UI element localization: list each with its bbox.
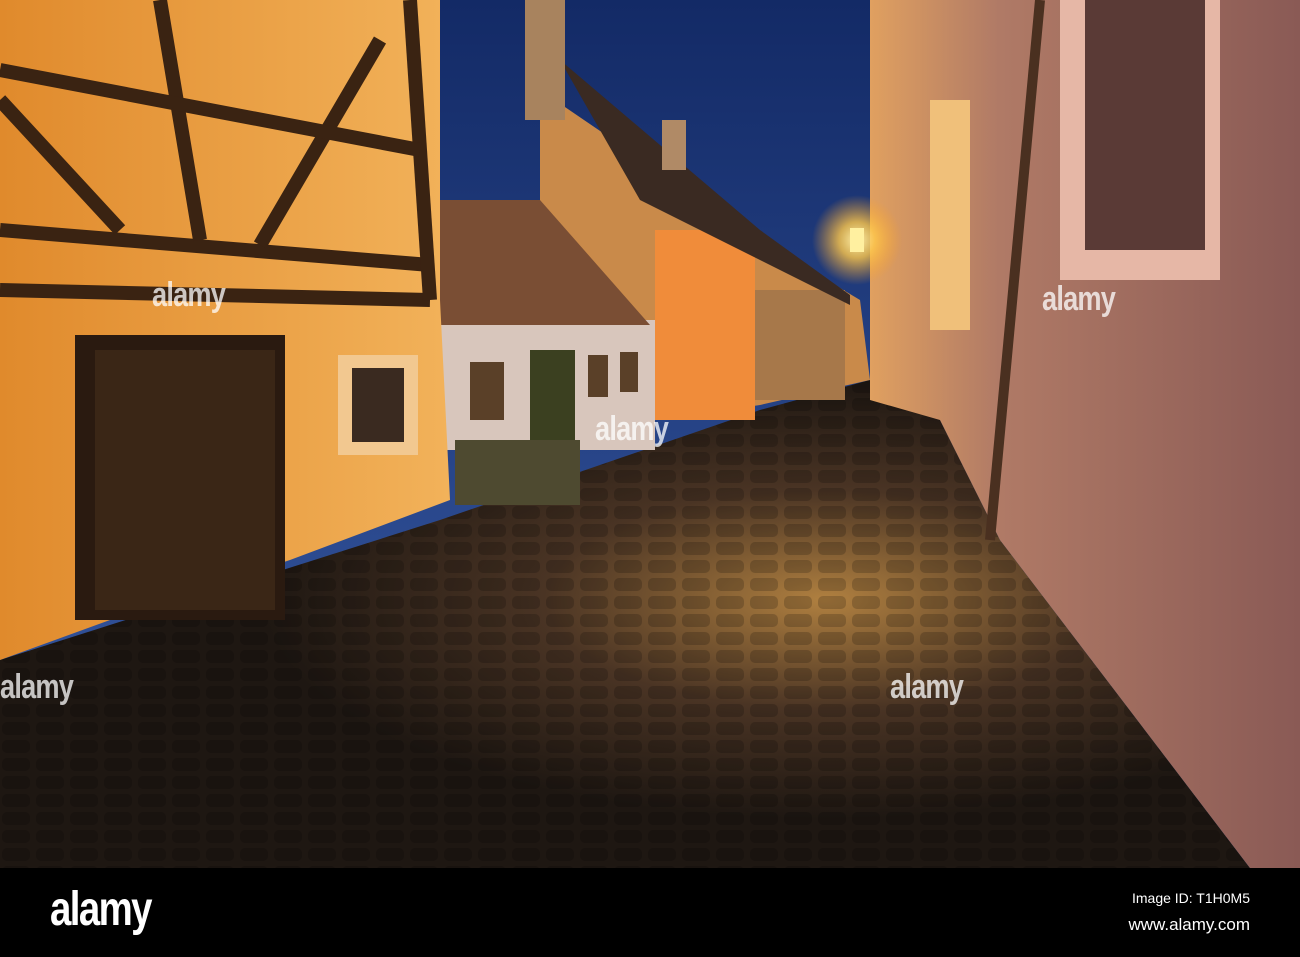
watermark: alamy <box>595 410 669 448</box>
footer-bar: alamy Image ID: T1H0M5 www.alamy.com <box>0 868 1300 957</box>
site-url: www.alamy.com <box>1128 915 1250 934</box>
watermark: alamy <box>152 276 226 314</box>
watermark: alamy <box>1042 280 1116 318</box>
watermark: alamy <box>890 668 964 706</box>
image-id: Image ID: T1H0M5 <box>1131 890 1250 906</box>
alamy-logo: alamy <box>50 883 152 936</box>
watermark: alamy <box>0 668 74 706</box>
